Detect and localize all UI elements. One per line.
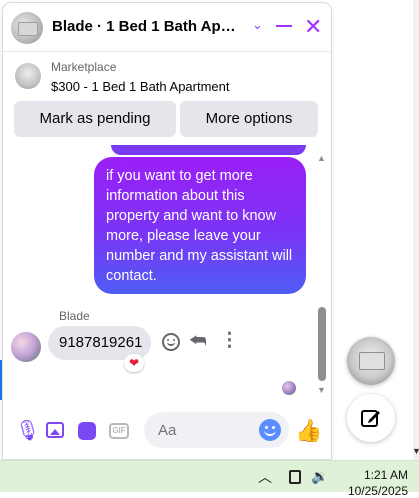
message-text: 9187819261 xyxy=(59,334,143,351)
chat-window: Blade · 1 Bed 1 Bath Apartment ⌄ ✕ Marke… xyxy=(3,3,331,459)
mic-icon[interactable]: 🎙 xyxy=(15,419,40,443)
volume-icon[interactable]: 🔉 xyxy=(311,468,328,485)
message-input[interactable] xyxy=(156,419,260,441)
emoji-icon[interactable] xyxy=(259,419,281,441)
message-list: if you want to get more information abou… xyxy=(3,145,331,405)
clock-date[interactable]: 10/25/2025 xyxy=(344,484,408,498)
compose-icon xyxy=(361,410,380,427)
smiley-icon[interactable] xyxy=(162,333,180,351)
avatar[interactable] xyxy=(11,12,43,44)
chevron-down-icon[interactable]: ⌄ xyxy=(252,17,263,33)
taskbar: ︿ 🔉 1:21 AM 10/25/2025 xyxy=(0,460,419,498)
mark-as-pending-button[interactable]: Mark as pending xyxy=(14,101,176,137)
message-text: if you want to get more information abou… xyxy=(106,168,293,284)
new-message-button[interactable] xyxy=(347,394,395,442)
clock-time[interactable]: 1:21 AM xyxy=(346,468,408,482)
scrollbar-thumb[interactable] xyxy=(318,307,326,381)
previous-message-bubble xyxy=(111,145,306,155)
gif-icon[interactable]: GIF xyxy=(109,423,129,439)
listing-label: Marketplace xyxy=(51,60,117,74)
photo-icon[interactable] xyxy=(46,422,64,438)
chat-title[interactable]: Blade · 1 Bed 1 Bath Apartment xyxy=(52,18,242,35)
message-input-box[interactable] xyxy=(144,412,289,448)
chat-header[interactable]: Blade · 1 Bed 1 Bath Apartment ⌄ ✕ xyxy=(3,3,331,52)
sender-name: Blade xyxy=(59,309,90,323)
listing-card[interactable]: Marketplace $300 - 1 Bed 1 Bath Apartmen… xyxy=(3,52,331,100)
outgoing-message[interactable]: if you want to get more information abou… xyxy=(94,157,306,294)
scroll-down-arrow-icon[interactable]: ▼ xyxy=(317,385,326,395)
chevron-up-icon[interactable]: ︿ xyxy=(258,467,272,487)
page-scrollbar[interactable] xyxy=(413,0,419,460)
avatar[interactable] xyxy=(11,332,41,362)
heart-reaction-icon[interactable]: ❤ xyxy=(124,354,144,372)
reply-icon[interactable]: ⮪ xyxy=(189,331,207,353)
chat-head-avatar[interactable] xyxy=(347,337,395,385)
listing-title[interactable]: $300 - 1 Bed 1 Bath Apartment xyxy=(51,79,230,94)
close-icon[interactable]: ✕ xyxy=(304,16,322,38)
scroll-down-arrow-icon[interactable]: ▼ xyxy=(412,446,419,456)
seen-indicator-avatar xyxy=(282,381,296,395)
minimize-icon[interactable] xyxy=(276,25,292,27)
thumbs-up-icon[interactable]: 👍 xyxy=(295,419,322,443)
message-scrollbar[interactable]: ▲ ▼ xyxy=(315,145,329,397)
scroll-up-arrow-icon[interactable]: ▲ xyxy=(317,153,326,163)
sticker-icon[interactable] xyxy=(78,422,96,440)
more-options-button[interactable]: More options xyxy=(180,101,318,137)
more-vertical-icon[interactable]: ⋮ xyxy=(220,331,239,351)
listing-thumbnail xyxy=(15,63,41,89)
composer: 🎙 GIF 👍 xyxy=(3,407,331,459)
network-icon[interactable] xyxy=(289,470,301,484)
